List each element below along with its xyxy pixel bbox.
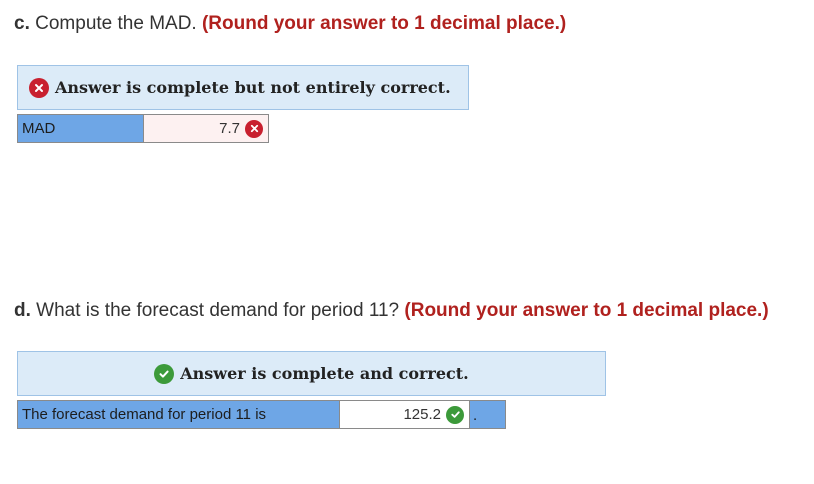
question-letter: c. [14, 13, 30, 34]
answer-suffix: . [470, 401, 505, 428]
question-c: c. Compute the MAD. (Round your answer t… [14, 13, 566, 35]
answer-field-mad[interactable]: 7.7 [144, 115, 268, 142]
question-text: What is the forecast demand for period 1… [30, 300, 405, 321]
answer-label: MAD [18, 115, 144, 142]
feedback-banner-incorrect: Answer is complete but not entirely corr… [17, 65, 469, 110]
question-d: d. What is the forecast demand for perio… [14, 300, 769, 322]
answer-row-mad: MAD 7.7 [17, 114, 269, 143]
answer-row-forecast: The forecast demand for period 11 is 125… [17, 400, 506, 429]
answer-value: 7.7 [219, 120, 240, 137]
feedback-text: Answer is complete but not entirely corr… [55, 78, 451, 97]
question-letter: d. [14, 300, 31, 321]
feedback-banner-correct: Answer is complete and correct. [17, 351, 606, 396]
check-circle-icon [154, 363, 175, 384]
question-text: Compute the MAD. [29, 13, 202, 34]
x-circle-icon [29, 77, 49, 98]
feedback-text: Answer is complete and correct. [180, 364, 469, 383]
x-circle-icon [245, 119, 263, 138]
answer-value: 125.2 [403, 406, 441, 423]
answer-label: The forecast demand for period 11 is [18, 401, 340, 428]
answer-field-forecast[interactable]: 125.2 [340, 401, 470, 428]
check-circle-icon [446, 405, 464, 424]
rounding-instruction: (Round your answer to 1 decimal place.) [404, 300, 769, 321]
rounding-instruction: (Round your answer to 1 decimal place.) [201, 13, 567, 34]
